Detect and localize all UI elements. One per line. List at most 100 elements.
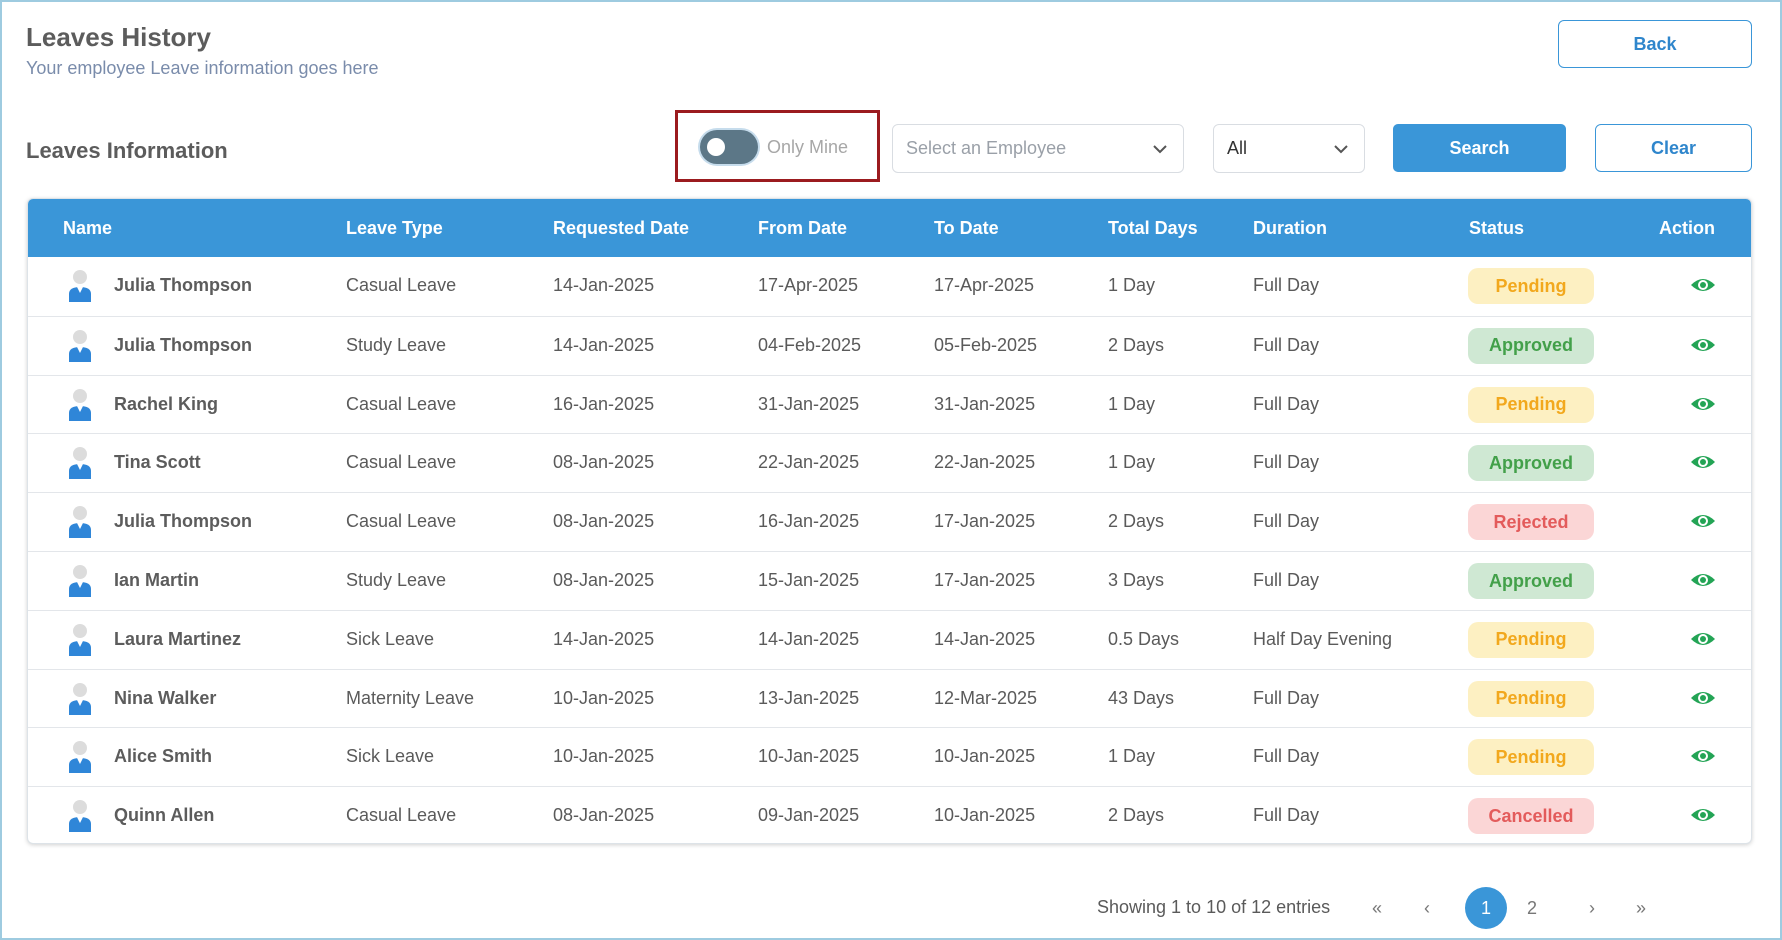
table-row[interactable]: Alice Smith Sick Leave 10-Jan-2025 10-Jan-2… [28, 727, 1751, 785]
cell-duration: Half Day Evening [1253, 628, 1393, 649]
cell-from: 15-Jan-2025 [758, 570, 860, 590]
table-row[interactable]: Julia Thompson Casual Leave 08-Jan-2025 16-… [28, 492, 1751, 550]
toggle-knob [707, 138, 725, 156]
user-avatar-icon [66, 564, 94, 598]
cell-requested: 08-Jan-2025 [553, 570, 655, 590]
eye-icon[interactable] [1690, 334, 1716, 356]
eye-icon[interactable] [1690, 804, 1716, 826]
cell-name: Rachel King [114, 393, 219, 414]
page-2-button[interactable]: 2 [1512, 887, 1552, 929]
cell-total: 0.5 Days [1108, 628, 1180, 649]
table-row[interactable]: Rachel King Casual Leave 16-Jan-2025 31-Jan… [28, 374, 1751, 433]
status-badge: Approved [1468, 445, 1594, 482]
cell-requested: 08-Jan-2025 [553, 452, 655, 473]
page-1-button[interactable]: 1 [1465, 887, 1507, 929]
clear-button[interactable]: Clear [1595, 124, 1752, 172]
table-row[interactable]: Julia Thompson Casual Leave 14-Jan-2025 17-… [28, 257, 1751, 315]
cell-name: Laura Martinez [114, 628, 242, 649]
table-row[interactable]: Tina Scott Casual Leave 08-Jan-2025 22-Jan-… [28, 433, 1751, 491]
cell-to: 17-Jan-2025 [934, 570, 1036, 590]
first-page-button[interactable]: « [1362, 887, 1392, 929]
only-mine-toggle[interactable] [700, 130, 758, 164]
table-row[interactable]: Quinn Allen Casual Leave 08-Jan-2025 09-Jan… [28, 786, 1751, 843]
eye-icon[interactable] [1690, 451, 1716, 473]
next-page-button[interactable]: › [1577, 887, 1607, 929]
status-badge: Pending [1468, 739, 1594, 776]
eye-icon[interactable] [1690, 745, 1716, 767]
cell-from: 17-Apr-2025 [758, 275, 859, 295]
column-header-requested-date: Requested Date [553, 218, 690, 238]
cell-leave-type: Sick Leave [346, 628, 435, 649]
column-header-duration: Duration [1253, 218, 1327, 238]
page-title: Leaves History [26, 22, 211, 52]
column-header-action: Action [1659, 218, 1715, 238]
cell-to: 17-Jan-2025 [934, 511, 1036, 532]
leaves-table: Name Leave Type Requested Date From Date… [27, 198, 1752, 844]
eye-icon[interactable] [1690, 274, 1716, 296]
table-row[interactable]: Nina Walker Maternity Leave 10-Jan-2025 13-… [28, 668, 1751, 727]
search-button[interactable]: Search [1393, 124, 1566, 172]
eye-icon[interactable] [1690, 393, 1716, 415]
column-header-leave-type: Leave Type [346, 218, 443, 238]
eye-icon[interactable] [1690, 628, 1716, 650]
back-button[interactable]: Back [1558, 20, 1752, 68]
cell-requested: 08-Jan-2025 [553, 805, 655, 826]
cell-name: Julia Thompson [114, 511, 253, 532]
cell-leave-type: Casual Leave [346, 805, 457, 826]
cell-to: 10-Jan-2025 [934, 746, 1036, 767]
cell-from: 22-Jan-2025 [758, 452, 860, 473]
cell-total: 43 Days [1108, 687, 1175, 708]
chevron-down-icon [1153, 145, 1167, 154]
cell-leave-type: Casual Leave [346, 275, 457, 295]
user-avatar-icon [66, 682, 94, 716]
chevron-down-icon [1334, 145, 1348, 154]
employee-select[interactable]: Select an Employee [892, 124, 1184, 173]
cell-name: Ian Martin [114, 570, 200, 590]
cell-requested: 14-Jan-2025 [553, 334, 655, 355]
status-badge: Pending [1468, 680, 1594, 717]
cell-leave-type: Casual Leave [346, 511, 457, 532]
eye-icon[interactable] [1690, 569, 1716, 591]
prev-page-button[interactable]: ‹ [1412, 887, 1442, 929]
cell-total: 1 Day [1108, 746, 1156, 767]
only-mine-label: Only Mine [767, 137, 849, 157]
cell-name: Tina Scott [114, 452, 201, 473]
cell-name: Julia Thompson [114, 334, 253, 355]
eye-icon[interactable] [1690, 510, 1716, 532]
cell-leave-type: Maternity Leave [346, 687, 475, 708]
user-avatar-icon [66, 799, 94, 833]
status-badge: Pending [1468, 386, 1594, 423]
cell-from: 14-Jan-2025 [758, 628, 860, 649]
cell-to: 17-Apr-2025 [934, 275, 1035, 295]
cell-name: Julia Thompson [114, 275, 253, 295]
cell-name: Alice Smith [114, 746, 213, 767]
cell-duration: Full Day [1253, 275, 1320, 295]
table-row[interactable]: Julia Thompson Study Leave 14-Jan-2025 04-F… [28, 315, 1751, 374]
status-badge: Pending [1468, 268, 1594, 304]
cell-to: 05-Feb-2025 [934, 334, 1038, 355]
table-row[interactable]: Ian Martin Study Leave 08-Jan-2025 15-Jan-2… [28, 551, 1751, 609]
cell-from: 31-Jan-2025 [758, 393, 860, 414]
table-header: Name Leave Type Requested Date From Date… [28, 199, 1751, 257]
cell-requested: 14-Jan-2025 [553, 275, 655, 295]
cell-duration: Full Day [1253, 334, 1320, 355]
status-select-value: All [1227, 138, 1248, 158]
status-badge: Rejected [1468, 504, 1594, 541]
last-page-button[interactable]: » [1626, 887, 1656, 929]
cell-requested: 10-Jan-2025 [553, 746, 655, 767]
column-header-name: Name [63, 218, 113, 238]
status-badge: Approved [1468, 563, 1594, 599]
table-row[interactable]: Laura Martinez Sick Leave 14-Jan-2025 14-Ja… [28, 609, 1751, 668]
cell-total: 1 Day [1108, 393, 1156, 414]
column-header-from-date: From Date [758, 218, 848, 238]
user-avatar-icon [66, 505, 94, 539]
cell-from: 13-Jan-2025 [758, 687, 860, 708]
user-avatar-icon [66, 269, 94, 303]
cell-from: 04-Feb-2025 [758, 334, 862, 355]
cell-name: Nina Walker [114, 687, 217, 708]
cell-leave-type: Casual Leave [346, 393, 457, 414]
cell-duration: Full Day [1253, 511, 1320, 532]
status-select[interactable]: All [1213, 124, 1365, 173]
cell-to: 12-Mar-2025 [934, 687, 1038, 708]
eye-icon[interactable] [1690, 687, 1716, 709]
